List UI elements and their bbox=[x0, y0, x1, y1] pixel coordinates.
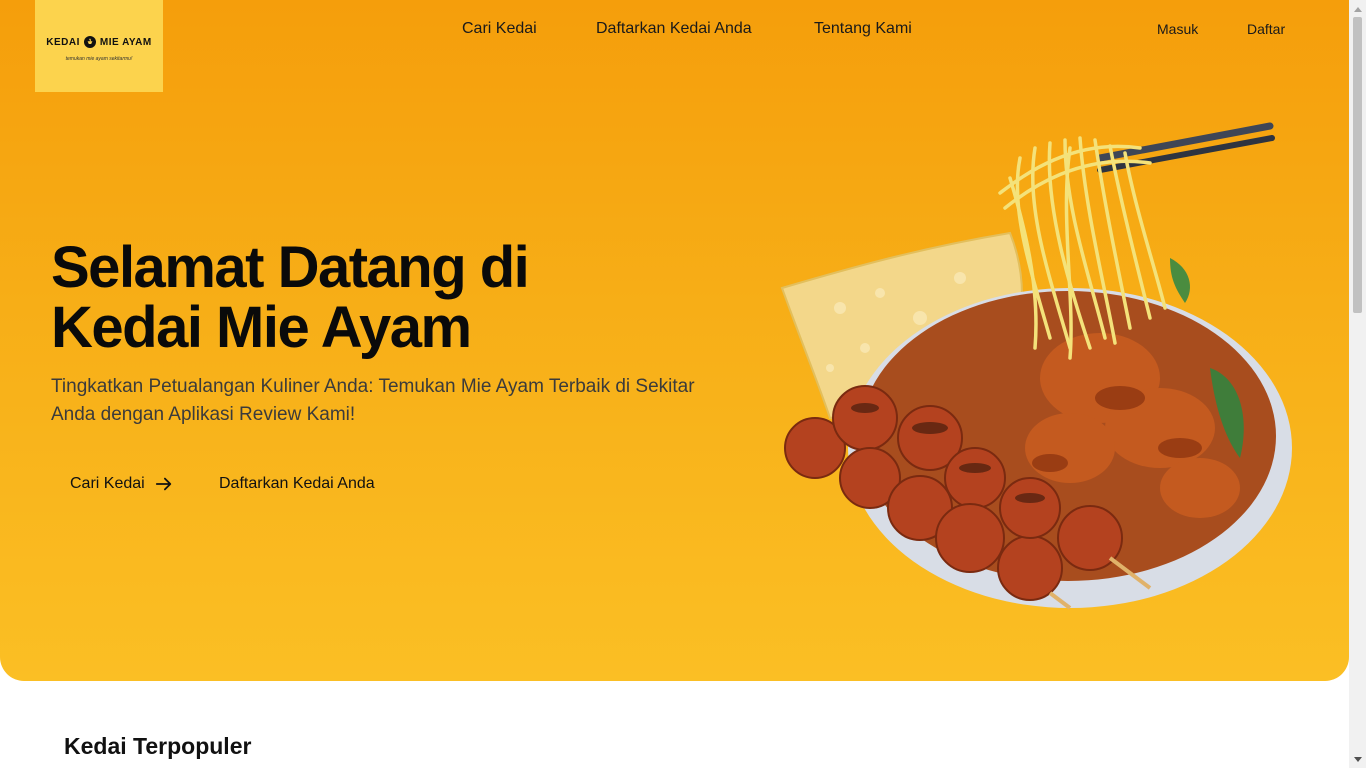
vertical-scrollbar[interactable] bbox=[1349, 0, 1366, 768]
hero-section: KEDAI MIE AYAM temukan mie ayam sekitarm… bbox=[0, 0, 1349, 681]
arrow-right-icon bbox=[155, 477, 171, 491]
daftarkan-kedai-button[interactable]: Daftarkan Kedai Anda bbox=[219, 472, 375, 496]
logo[interactable]: KEDAI MIE AYAM temukan mie ayam sekitarm… bbox=[35, 0, 163, 92]
page: KEDAI MIE AYAM temukan mie ayam sekitarm… bbox=[0, 0, 1349, 768]
mie-ayam-bowl-image bbox=[780, 122, 1292, 610]
nav-tentang-kami[interactable]: Tentang Kami bbox=[814, 20, 912, 38]
top-nav: Cari Kedai Daftarkan Kedai Anda Tentang … bbox=[0, 20, 1349, 42]
popular-section-title: Kedai Terpopuler bbox=[64, 733, 252, 759]
logo-tagline: temukan mie ayam sekitarmu! bbox=[65, 56, 133, 62]
hero-subtitle: Tingkatkan Petualangan Kuliner Anda: Tem… bbox=[51, 376, 695, 425]
scroll-down-icon[interactable] bbox=[1349, 751, 1366, 768]
register-link[interactable]: Daftar bbox=[1247, 21, 1285, 37]
scroll-up-icon[interactable] bbox=[1349, 0, 1366, 17]
nav-daftarkan-kedai[interactable]: Daftarkan Kedai Anda bbox=[596, 20, 752, 38]
login-link[interactable]: Masuk bbox=[1157, 21, 1198, 37]
nav-cari-kedai[interactable]: Cari Kedai bbox=[462, 20, 537, 38]
hero-title: Selamat Datang di Kedai Mie Ayam bbox=[51, 235, 530, 360]
scrollbar-thumb[interactable] bbox=[1353, 17, 1362, 313]
daftarkan-kedai-button-label: Daftarkan Kedai Anda bbox=[219, 475, 375, 492]
cari-kedai-button[interactable]: Cari Kedai bbox=[70, 472, 173, 496]
cari-kedai-button-label: Cari Kedai bbox=[70, 475, 145, 492]
